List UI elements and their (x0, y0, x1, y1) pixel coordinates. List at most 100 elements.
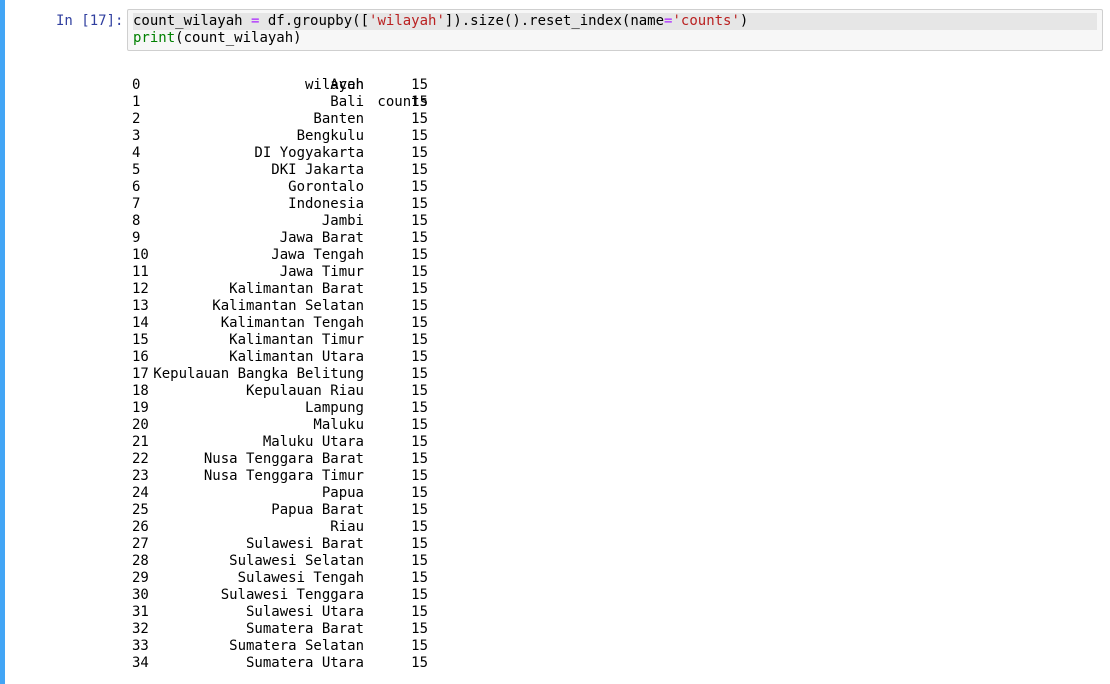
row-counts: 15 (411, 349, 428, 365)
row-wilayah: DI Yogyakarta (254, 145, 364, 161)
row-counts: 15 (411, 383, 428, 399)
table-row: 15 Kalimantan Timur 15 (132, 332, 428, 349)
row-wilayah: Kalimantan Tengah (220, 315, 364, 331)
table-row: 0 Aceh 15 (132, 77, 428, 94)
row-wilayah: Kalimantan Barat (229, 281, 364, 297)
code-token-string: 'counts' (672, 13, 740, 29)
row-wilayah: Maluku Utara (262, 434, 364, 450)
table-row: 28 Sulawesi Selatan 15 (132, 553, 428, 570)
row-counts: 15 (411, 179, 428, 195)
row-counts: 15 (411, 621, 428, 637)
table-row: 11 Jawa Timur 15 (132, 264, 428, 281)
code-input-area[interactable]: count_wilayah = df.groupby(['wilayah']).… (127, 9, 1103, 51)
row-wilayah: Papua Barat (271, 502, 364, 518)
row-counts: 15 (411, 366, 428, 382)
table-row: 23 Nusa Tenggara Timur 15 (132, 468, 428, 485)
code-line-2[interactable]: print(count_wilayah) (133, 30, 302, 47)
row-counts: 15 (411, 451, 428, 467)
code-token-var: count_wilayah (133, 13, 252, 29)
code-token-builtin: print (133, 30, 176, 46)
table-row: 31 Sulawesi Utara 15 (132, 604, 428, 621)
row-counts: 15 (411, 298, 428, 314)
row-counts: 15 (411, 128, 428, 144)
row-counts: 15 (411, 332, 428, 348)
row-counts: 15 (411, 94, 428, 110)
code-line-1[interactable]: count_wilayah = df.groupby(['wilayah']).… (133, 13, 1097, 30)
row-wilayah: Nusa Tenggara Timur (203, 468, 364, 484)
row-counts: 15 (411, 196, 428, 212)
table-row: 16 Kalimantan Utara 15 (132, 349, 428, 366)
row-counts: 15 (411, 281, 428, 297)
row-counts: 15 (411, 604, 428, 620)
row-wilayah: Sulawesi Selatan (229, 553, 364, 569)
code-token-string: 'wilayah' (369, 13, 445, 29)
table-row: 4 DI Yogyakarta 15 (132, 145, 428, 162)
row-wilayah: Jawa Timur (279, 264, 364, 280)
row-wilayah: Kalimantan Selatan (212, 298, 364, 314)
row-wilayah: Sumatera Selatan (229, 638, 364, 654)
row-counts: 15 (411, 213, 428, 229)
table-row: 9 Jawa Barat 15 (132, 230, 428, 247)
table-row: 18 Kepulauan Riau 15 (132, 383, 428, 400)
code-token-call: ]).size().reset_index(name (444, 13, 665, 29)
row-wilayah: Bengkulu (296, 128, 364, 144)
row-wilayah: Sulawesi Utara (245, 604, 364, 620)
row-wilayah: Sumatera Barat (245, 621, 364, 637)
row-counts: 15 (411, 315, 428, 331)
table-row: 12 Kalimantan Barat 15 (132, 281, 428, 298)
row-wilayah: DKI Jakarta (271, 162, 364, 178)
row-counts: 15 (411, 468, 428, 484)
row-counts: 15 (411, 655, 428, 671)
row-counts: 15 (411, 400, 428, 416)
row-wilayah: Maluku (313, 417, 364, 433)
table-row: 21 Maluku Utara 15 (132, 434, 428, 451)
row-wilayah: Lampung (304, 400, 364, 416)
table-row: 13 Kalimantan Selatan 15 (132, 298, 428, 315)
row-counts: 15 (411, 111, 428, 127)
row-counts: 15 (411, 264, 428, 280)
table-row: 20 Maluku 15 (132, 417, 428, 434)
row-counts: 15 (411, 434, 428, 450)
row-counts: 15 (411, 553, 428, 569)
row-wilayah: Jambi (321, 213, 364, 229)
table-row: 10 Jawa Tengah 15 (132, 247, 428, 264)
row-counts: 15 (411, 638, 428, 654)
code-token-paren: ) (739, 13, 749, 29)
table-row: 14 Kalimantan Tengah 15 (132, 315, 428, 332)
table-row: 1 Bali 15 (132, 94, 428, 111)
table-row: 19 Lampung 15 (132, 400, 428, 417)
row-wilayah: Sulawesi Tenggara (220, 587, 364, 603)
row-wilayah: Indonesia (288, 196, 364, 212)
row-wilayah: Kepulauan Bangka Belitung (153, 366, 364, 382)
table-row: 32 Sumatera Barat 15 (132, 621, 428, 638)
input-prompt: In [17]: (56, 13, 124, 29)
row-counts: 15 (411, 417, 428, 433)
table-row: 33 Sumatera Selatan 15 (132, 638, 428, 655)
code-token-call: (count_wilayah) (175, 30, 302, 46)
table-row: 26 Riau 15 (132, 519, 428, 536)
row-wilayah: Aceh (330, 77, 364, 93)
row-counts: 15 (411, 502, 428, 518)
row-counts: 15 (411, 77, 428, 93)
table-row: 34 Sumatera Utara 15 (132, 655, 428, 672)
table-row: 29 Sulawesi Tengah 15 (132, 570, 428, 587)
row-counts: 15 (411, 570, 428, 586)
row-wilayah: Sumatera Utara (245, 655, 364, 671)
row-wilayah: Kalimantan Timur (229, 332, 364, 348)
table-row: 7 Indonesia 15 (132, 196, 428, 213)
row-counts: 15 (411, 162, 428, 178)
row-wilayah: Jawa Tengah (271, 247, 364, 263)
table-row: 24 Papua 15 (132, 485, 428, 502)
table-row: 25 Papua Barat 15 (132, 502, 428, 519)
row-counts: 15 (411, 587, 428, 603)
row-wilayah: Papua (321, 485, 364, 501)
table-row: 30 Sulawesi Tenggara 15 (132, 587, 428, 604)
table-row: 6 Gorontalo 15 (132, 179, 428, 196)
output-header-row: wilayah counts (132, 60, 428, 110)
table-row: 27 Sulawesi Barat 15 (132, 536, 428, 553)
cell-output: wilayah counts 0 Aceh 15 1 Bali 15 2 Banten 15 3 B… (132, 60, 428, 672)
row-wilayah: Gorontalo (288, 179, 364, 195)
row-wilayah: Jawa Barat (279, 230, 364, 246)
row-wilayah: Sulawesi Tengah (237, 570, 364, 586)
table-row: 22 Nusa Tenggara Barat 15 (132, 451, 428, 468)
